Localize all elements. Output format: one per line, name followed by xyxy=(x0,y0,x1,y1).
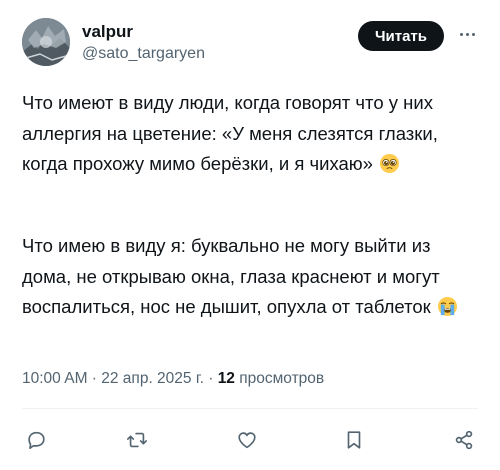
avatar[interactable] xyxy=(22,18,70,66)
timestamp[interactable]: 10:00 AM · 22 апр. 2025 г. · xyxy=(22,370,218,387)
bookmark-button[interactable] xyxy=(340,426,368,454)
views-label: просмотров xyxy=(234,370,325,387)
avatar-image xyxy=(22,18,70,66)
loudly-crying-face-icon xyxy=(437,296,458,317)
reply-icon xyxy=(28,431,45,450)
follow-button[interactable]: Читать xyxy=(358,21,444,51)
tweet-meta: 10:00 AM · 22 апр. 2025 г. · 12 просмотр… xyxy=(22,370,324,388)
tweet-card: valpur @sato_targaryen Читать Что имеют … xyxy=(0,0,500,470)
more-horizontal-icon xyxy=(459,32,463,36)
tweet-text-paragraph-1: Что имеют в виду люди, когда говорят что… xyxy=(22,88,477,180)
tweet-text-paragraph-2: Что имею в виду я: буквально не могу вый… xyxy=(22,231,477,323)
heart-icon xyxy=(238,432,256,449)
more-options-button[interactable] xyxy=(452,24,482,44)
tweet-text-1: Что имеют в виду люди, когда говорят что… xyxy=(22,92,438,174)
retweet-button[interactable] xyxy=(123,426,151,454)
display-name[interactable]: valpur xyxy=(82,22,133,42)
reply-button[interactable] xyxy=(22,426,50,454)
action-bar xyxy=(22,426,478,454)
pleading-face-icon xyxy=(379,153,400,174)
tweet-text-2: Что имею в виду я: буквально не могу вый… xyxy=(22,235,440,317)
like-button[interactable] xyxy=(233,426,261,454)
share-button[interactable] xyxy=(450,426,478,454)
retweet-icon xyxy=(127,432,147,448)
share-icon xyxy=(455,430,473,450)
bookmark-icon xyxy=(347,431,361,449)
views-count: 12 xyxy=(217,370,235,387)
divider xyxy=(22,408,478,409)
user-handle[interactable]: @sato_targaryen xyxy=(82,45,205,63)
